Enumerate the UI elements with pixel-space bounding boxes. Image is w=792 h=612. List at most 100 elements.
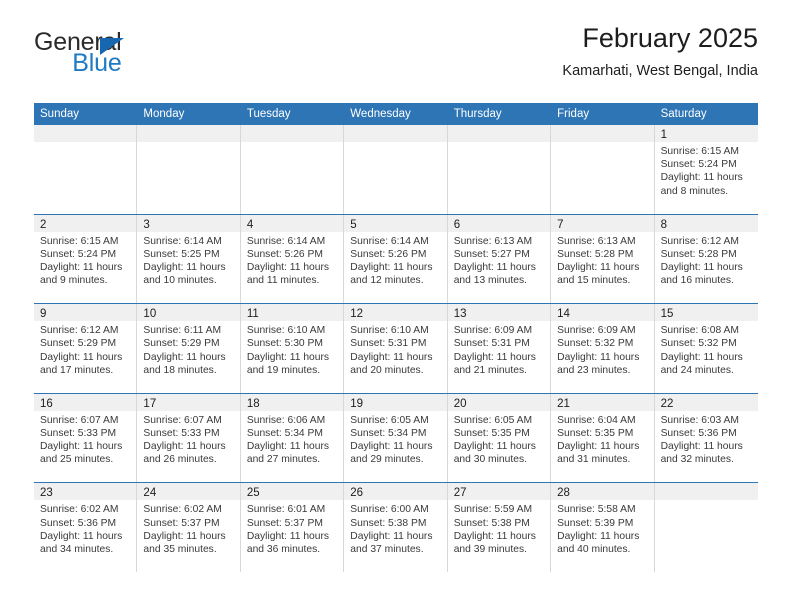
calendar-day-cell[interactable]: 2 Sunrise: 6:15 AM Sunset: 5:24 PM Daylight… — [34, 214, 138, 304]
daylight-text: Daylight: 11 hours and 37 minutes. — [350, 530, 433, 555]
daylight-text: Daylight: 11 hours and 18 minutes. — [143, 351, 226, 376]
calendar-day-cell[interactable]: 27 Sunrise: 5:59 AM Sunset: 5:38 PM Dayligh… — [447, 483, 552, 572]
sunset-text: Sunset: 5:24 PM — [40, 248, 117, 260]
day-number-band: 2 — [34, 214, 137, 232]
day-sun-info: Sunrise: 6:09 AM Sunset: 5:32 PM Daylight:… — [551, 321, 653, 377]
calendar-day-cell[interactable]: 3 Sunrise: 6:14 AM Sunset: 5:25 PM Daylight… — [137, 214, 241, 304]
day-number: 4 — [246, 218, 254, 231]
sunset-text: Sunset: 5:34 PM — [246, 427, 323, 439]
calendar-day-cell[interactable]: 19 Sunrise: 6:05 AM Sunset: 5:34 PM Dayligh… — [344, 393, 448, 483]
day-sun-info: Sunrise: 6:00 AM Sunset: 5:38 PM Daylight:… — [344, 500, 446, 556]
day-number-band — [344, 125, 447, 142]
calendar-day-cell[interactable]: 14 Sunrise: 6:09 AM Sunset: 5:32 PM Dayligh… — [551, 304, 655, 393]
daylight-text: Daylight: 11 hours and 9 minutes. — [40, 262, 123, 287]
day-number-band: 20 — [447, 393, 551, 411]
day-sun-info: Sunrise: 6:13 AM Sunset: 5:28 PM Daylight:… — [551, 232, 653, 288]
day-sun-info: Sunrise: 5:59 AM Sunset: 5:38 PM Daylight:… — [448, 500, 550, 556]
calendar-week-row: 23 Sunrise: 6:02 AM Sunset: 5:36 PM Dayligh… — [34, 482, 758, 572]
day-sun-info: Sunrise: 6:02 AM Sunset: 5:36 PM Daylight:… — [34, 500, 136, 556]
calendar-day-cell[interactable]: 7 Sunrise: 6:13 AM Sunset: 5:28 PM Daylight… — [551, 214, 655, 304]
calendar-day-cell[interactable]: 13 Sunrise: 6:09 AM Sunset: 5:31 PM Dayligh… — [447, 304, 552, 393]
day-number: 13 — [453, 308, 467, 321]
calendar-day-cell[interactable]: 25 Sunrise: 6:01 AM Sunset: 5:37 PM Dayligh… — [240, 483, 345, 572]
day-sun-info: Sunrise: 6:14 AM Sunset: 5:26 PM Daylight:… — [241, 232, 343, 288]
day-number-band — [654, 483, 758, 501]
sunrise-text: Sunrise: 6:05 AM — [453, 414, 533, 426]
daylight-text: Daylight: 11 hours and 35 minutes. — [143, 530, 226, 555]
sunset-text: Sunset: 5:27 PM — [453, 248, 530, 260]
general-blue-logo: General Blue — [34, 30, 124, 76]
calendar-day-cell[interactable]: 6 Sunrise: 6:13 AM Sunset: 5:27 PM Daylight… — [447, 214, 552, 304]
daylight-text: Daylight: 11 hours and 30 minutes. — [453, 441, 536, 466]
day-number: 14 — [557, 308, 570, 321]
calendar-week-row: 1 Sunrise: 6:15 AM Sunset: 5:24 PM Daylight… — [34, 125, 758, 214]
sunrise-text: Sunrise: 6:14 AM — [143, 235, 222, 247]
calendar-week-row: 9 Sunrise: 6:12 AM Sunset: 5:29 PM Daylight… — [34, 303, 758, 393]
sunrise-text: Sunrise: 5:59 AM — [453, 504, 533, 516]
calendar-day-cell[interactable]: 12 Sunrise: 6:10 AM Sunset: 5:31 PM Dayligh… — [344, 304, 448, 393]
day-number: 28 — [557, 487, 570, 500]
daylight-text: Daylight: 11 hours and 20 minutes. — [350, 351, 433, 376]
sunset-text: Sunset: 5:37 PM — [246, 517, 323, 529]
calendar-day-cell[interactable]: 21 Sunrise: 6:04 AM Sunset: 5:35 PM Dayligh… — [551, 393, 655, 483]
sunset-text: Sunset: 5:35 PM — [453, 427, 530, 439]
calendar-day-cell[interactable]: 24 Sunrise: 6:02 AM Sunset: 5:37 PM Dayligh… — [137, 483, 241, 572]
daylight-text: Daylight: 11 hours and 24 minutes. — [660, 351, 743, 376]
sunset-text: Sunset: 5:32 PM — [557, 338, 634, 350]
calendar-day-cell[interactable]: 23 Sunrise: 6:02 AM Sunset: 5:36 PM Dayligh… — [34, 483, 138, 572]
day-sun-info: Sunrise: 6:15 AM Sunset: 5:24 PM Daylight:… — [34, 232, 136, 288]
calendar-day-cell[interactable]: 15 Sunrise: 6:08 AM Sunset: 5:32 PM Dayligh… — [654, 304, 758, 393]
page-title: February 2025 — [582, 23, 758, 53]
calendar-day-cell[interactable]: 22 Sunrise: 6:03 AM Sunset: 5:36 PM Dayligh… — [654, 393, 758, 483]
calendar-day-cell-empty — [240, 125, 345, 214]
sunrise-text: Sunrise: 6:08 AM — [660, 325, 739, 337]
calendar-day-cell[interactable]: 5 Sunrise: 6:14 AM Sunset: 5:26 PM Daylight… — [344, 214, 448, 304]
day-sun-info: Sunrise: 6:02 AM Sunset: 5:37 PM Daylight:… — [137, 500, 239, 556]
day-number-band: 8 — [654, 214, 758, 232]
calendar-day-cell[interactable]: 4 Sunrise: 6:14 AM Sunset: 5:26 PM Daylight… — [240, 214, 345, 304]
calendar-day-cell[interactable]: 8 Sunrise: 6:12 AM Sunset: 5:28 PM Daylight… — [654, 214, 758, 304]
day-number: 22 — [660, 397, 674, 410]
day-sun-info: Sunrise: 6:04 AM Sunset: 5:35 PM Daylight:… — [551, 411, 653, 467]
calendar-day-cell[interactable]: 18 Sunrise: 6:06 AM Sunset: 5:34 PM Dayligh… — [240, 393, 345, 483]
day-number-band: 13 — [447, 304, 551, 322]
day-sun-info: Sunrise: 6:13 AM Sunset: 5:27 PM Daylight:… — [448, 232, 550, 288]
calendar-day-cell[interactable]: 10 Sunrise: 6:11 AM Sunset: 5:29 PM Dayligh… — [137, 304, 241, 393]
calendar-day-cell[interactable]: 16 Sunrise: 6:07 AM Sunset: 5:33 PM Dayligh… — [34, 393, 138, 483]
calendar-day-cell[interactable]: 28 Sunrise: 5:58 AM Sunset: 5:39 PM Dayligh… — [551, 483, 655, 572]
sunrise-text: Sunrise: 6:02 AM — [143, 504, 222, 516]
day-number-band: 17 — [137, 393, 240, 411]
calendar-day-cell[interactable]: 26 Sunrise: 6:00 AM Sunset: 5:38 PM Dayligh… — [344, 483, 448, 572]
weekday-header-saturday: Saturday — [660, 108, 707, 120]
day-number-band: 26 — [344, 483, 447, 501]
day-number-band — [137, 125, 240, 142]
daylight-text: Daylight: 11 hours and 21 minutes. — [453, 351, 536, 376]
day-number: 1 — [660, 129, 667, 141]
day-number-band: 3 — [137, 214, 240, 232]
day-number-band: 27 — [447, 483, 551, 501]
sunrise-text: Sunrise: 6:02 AM — [40, 504, 119, 516]
day-number-band: 19 — [344, 393, 447, 411]
page-subtitle: Kamarhati, West Bengal, India — [562, 62, 758, 79]
day-number-band: 7 — [551, 214, 654, 232]
calendar-day-cell[interactable]: 1 Sunrise: 6:15 AM Sunset: 5:24 PM Daylight… — [654, 125, 758, 214]
day-number: 10 — [143, 308, 157, 321]
daylight-text: Daylight: 11 hours and 27 minutes. — [246, 441, 330, 466]
day-sun-info: Sunrise: 6:14 AM Sunset: 5:25 PM Daylight:… — [137, 232, 239, 288]
calendar-day-cell[interactable]: 17 Sunrise: 6:07 AM Sunset: 5:33 PM Dayligh… — [137, 393, 241, 483]
day-number: 5 — [350, 218, 357, 231]
day-number: 27 — [453, 487, 467, 500]
calendar-day-cell[interactable]: 11 Sunrise: 6:10 AM Sunset: 5:30 PM Dayligh… — [240, 304, 345, 393]
calendar-day-cell[interactable]: 20 Sunrise: 6:05 AM Sunset: 5:35 PM Dayligh… — [447, 393, 552, 483]
sunset-text: Sunset: 5:24 PM — [660, 159, 737, 171]
day-number: 6 — [453, 218, 461, 231]
weekday-header-row: Sunday Monday Tuesday Wednesday Thursday Frid… — [34, 103, 758, 125]
calendar-day-cell[interactable]: 9 Sunrise: 6:12 AM Sunset: 5:29 PM Daylight… — [34, 304, 138, 393]
day-number-band: 24 — [137, 483, 240, 501]
sunrise-text: Sunrise: 6:07 AM — [40, 414, 119, 426]
day-sun-info: Sunrise: 6:07 AM Sunset: 5:33 PM Daylight:… — [34, 411, 136, 467]
page-header: General Blue February 2025 Kamarhati, We… — [0, 0, 792, 100]
day-number: 12 — [350, 308, 364, 321]
sunset-text: Sunset: 5:34 PM — [350, 427, 427, 439]
daylight-text: Daylight: 11 hours and 40 minutes. — [557, 530, 640, 555]
